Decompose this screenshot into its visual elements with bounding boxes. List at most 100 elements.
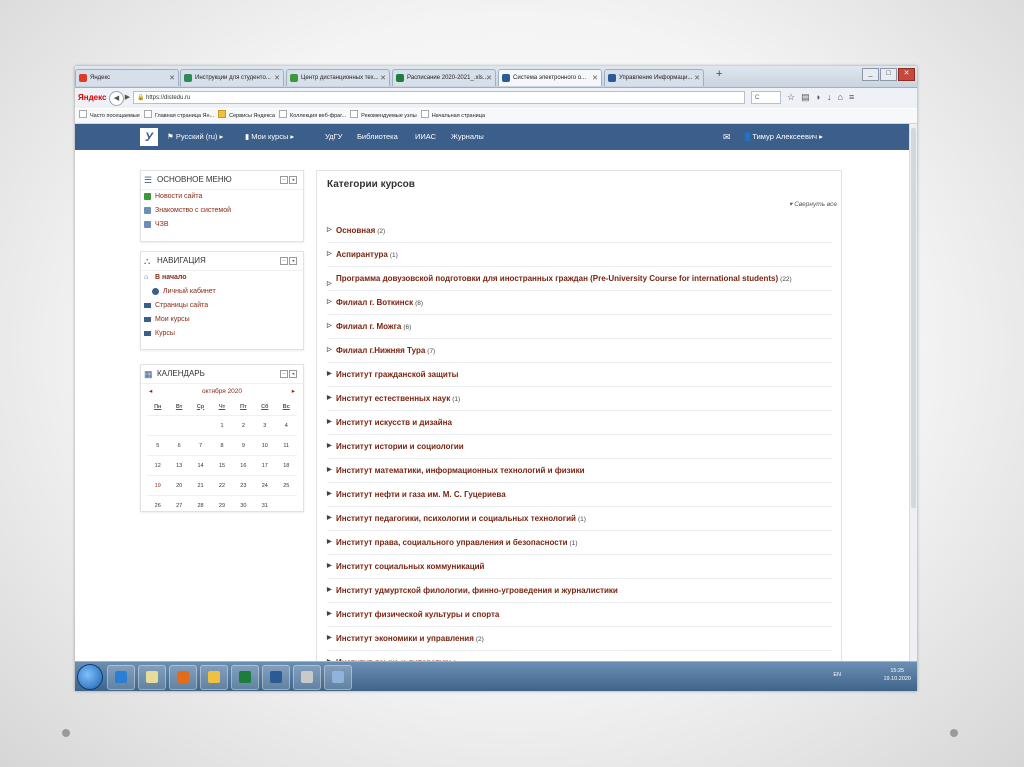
pocket-icon[interactable]: ◗ [816,92,821,103]
browser-tab[interactable]: Яндекс ✕ [75,69,179,86]
calendar-day[interactable]: 6 [168,435,190,456]
calendar-day[interactable]: 22 [211,475,233,496]
taskbar-app-button[interactable] [293,665,321,690]
expand-arrow-icon[interactable]: ▷ [327,297,332,308]
main-menu-item[interactable]: Новости сайта [141,190,303,204]
calendar-day[interactable]: 29 [211,495,233,515]
category-item[interactable]: ▶ Институт математики, информационных тех… [327,459,832,483]
expand-arrow-icon[interactable]: ▷ [327,249,332,260]
category-item[interactable]: ▶ Институт нефти и газа им. М. С. Гуцерие… [327,483,832,507]
calendar-day[interactable]: 5 [147,435,169,456]
category-item[interactable]: ▷ Аспирантура (1) [327,243,832,267]
chevron-right-icon[interactable]: ▶ [327,393,332,404]
calendar-day[interactable]: 4 [275,415,297,436]
main-menu-item[interactable]: Знакомство с системой [141,204,303,218]
taskbar-app-button[interactable] [169,665,197,690]
bookmark-item[interactable]: Коллекция веб-фраг... [279,109,346,123]
bookmark-item[interactable]: Часто посещаемые [79,109,140,123]
bookmark-item[interactable]: Главная страница Ян... [144,109,214,123]
calendar-day[interactable]: 17 [254,455,276,476]
calendar-day[interactable]: 7 [189,435,212,456]
calendar-day[interactable]: 24 [254,475,276,496]
category-item[interactable]: ▶ Институт естественных наук (1) [327,387,832,411]
category-item[interactable]: ▷ Филиал г.Нижняя Тура (7) [327,339,832,363]
tab-close-icon[interactable]: ✕ [486,70,492,86]
calendar-day[interactable]: 25 [275,475,297,496]
browser-tab[interactable]: Расписание 2020-2021_.xls... ✕ [392,69,496,86]
category-item[interactable]: ▶ Институт социальных коммуникаций [327,555,832,579]
navigation-item[interactable]: Страницы сайта [141,299,303,313]
taskbar-app-button[interactable] [324,665,352,690]
calendar-day[interactable]: 30 [232,495,255,515]
nav-link-journals[interactable]: Журналы [451,124,484,150]
tab-close-icon[interactable]: ✕ [694,70,700,86]
navigation-item[interactable]: Личный кабинет [141,285,303,299]
category-item[interactable]: ▷ Филиал г. Можга (6) [327,315,832,339]
expand-arrow-icon[interactable]: ▷ [327,345,332,356]
forward-button[interactable]: ▶ [123,91,132,104]
minimize-button[interactable]: _ [862,68,879,81]
bookmark-item[interactable]: Начальная страница [421,109,485,123]
calendar-day[interactable]: 26 [147,495,169,515]
chevron-right-icon[interactable]: ▶ [327,633,332,644]
calendar-day[interactable]: 19 [147,475,169,496]
category-item[interactable]: ▶ Институт удмуртской филологии, финно-уг… [327,579,832,603]
tab-close-icon[interactable]: ✕ [380,70,386,86]
collapse-all-link[interactable]: ▾ Свернуть все [789,200,837,208]
chevron-right-icon[interactable]: ▶ [327,489,332,500]
taskbar-app-button[interactable] [200,665,228,690]
chevron-right-icon[interactable]: ▶ [327,585,332,596]
maximize-button[interactable]: □ [880,68,897,81]
calendar-day[interactable]: 23 [232,475,255,496]
calendar-day[interactable]: 13 [168,455,190,476]
bookmark-item[interactable]: Сервисы Яндекса [218,109,275,123]
calendar-day[interactable]: 2 [232,415,255,436]
bookmark-star-icon[interactable]: ☆ [787,92,795,103]
language-indicator[interactable]: EN [833,672,841,678]
scrollbar-thumb[interactable] [911,128,916,508]
nav-link-udgu[interactable]: УдГУ [325,124,342,150]
category-item[interactable]: ▷ Основная (2) [327,219,832,243]
search-input[interactable]: С [751,91,781,104]
language-menu[interactable]: ⚑ Русский (ru) ▸ [167,124,223,150]
clock[interactable]: 15:25 19.10.2020 [883,667,911,683]
category-item[interactable]: ▶ Институт физической культуры и спорта [327,603,832,627]
block-collapse-icon[interactable]: – [280,257,288,265]
chevron-right-icon[interactable]: ▶ [327,537,332,548]
bookmark-item[interactable]: Рекомендуемые узлы [350,109,417,123]
block-dock-icon[interactable]: ◂ [289,257,297,265]
calendar-day[interactable]: 8 [211,435,233,456]
main-menu-item[interactable]: ЧЗВ [141,218,303,232]
calendar-day[interactable]: 3 [254,415,276,436]
category-item[interactable]: ▶ Институт истории и социологии [327,435,832,459]
new-tab-button[interactable]: + [716,68,722,80]
browser-tab[interactable]: Управление Информаци... ✕ [604,69,704,86]
next-month-arrow-icon[interactable]: ▸ [292,386,295,398]
hamburger-menu-icon[interactable]: ≡ [849,92,854,103]
calendar-day[interactable]: 20 [168,475,190,496]
messages-icon[interactable]: ✉ [723,124,731,150]
user-menu[interactable]: 👤Тимур Алексеевич ▸ [743,124,823,150]
chevron-right-icon[interactable]: ▶ [327,513,332,524]
category-item[interactable]: ▶ Институт экономики и управления (2) [327,627,832,651]
calendar-day[interactable]: 18 [275,455,297,476]
chevron-right-icon[interactable]: ▶ [327,561,332,572]
back-button[interactable]: ◀ [109,91,124,106]
calendar-day[interactable]: 9 [232,435,255,456]
taskbar-app-button[interactable] [107,665,135,690]
category-item[interactable]: ▶ Институт гражданской защиты [327,363,832,387]
nav-link-iias[interactable]: ИИАС [415,124,436,150]
tab-close-icon[interactable]: ✕ [274,70,280,86]
block-collapse-icon[interactable]: – [280,176,288,184]
taskbar-app-button[interactable] [138,665,166,690]
calendar-day[interactable]: 28 [189,495,212,515]
calendar-day[interactable]: 21 [189,475,212,496]
category-item[interactable]: ▶ Институт педагогики, психологии и социа… [327,507,832,531]
calendar-day[interactable]: 27 [168,495,190,515]
prev-month-arrow-icon[interactable]: ◂ [149,386,152,398]
calendar-day[interactable]: 11 [275,435,297,456]
calendar-day[interactable]: 10 [254,435,276,456]
download-icon[interactable]: ↓ [827,92,832,103]
taskbar-app-button[interactable] [262,665,290,690]
navigation-item[interactable]: ⌂ В начало [141,271,303,285]
